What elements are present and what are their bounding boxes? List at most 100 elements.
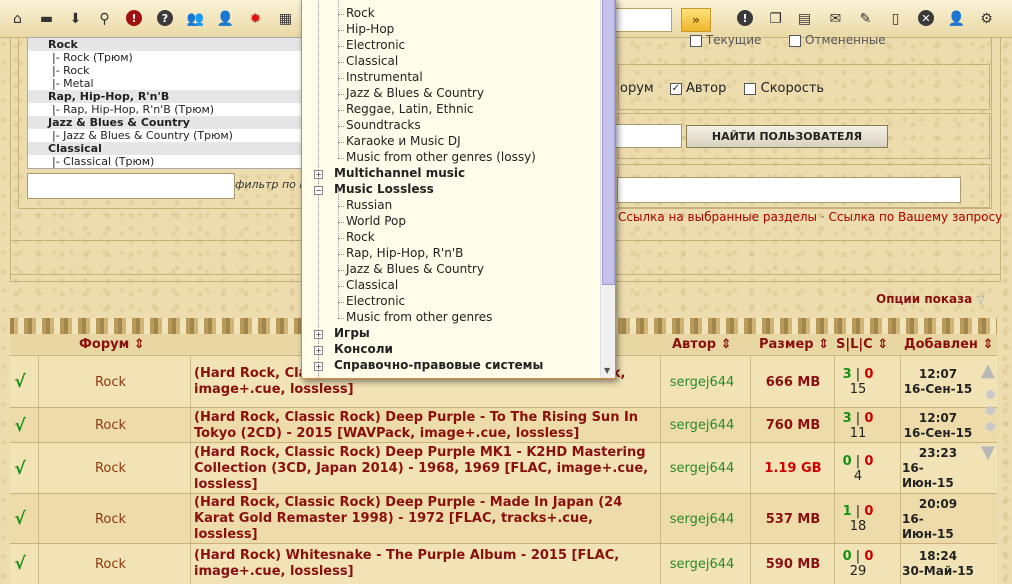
dropdown-option[interactable]: Hip-Hop [346,22,394,36]
author-link[interactable]: sergej644 [662,356,742,408]
home-icon[interactable]: ⌂ [8,9,27,28]
dropdown-option[interactable]: Instrumental [346,70,423,84]
page-icon[interactable]: ▯ [886,9,905,28]
scroll-down-arrow-icon[interactable]: ▼ [604,366,610,375]
dropdown-category[interactable]: Multichannel music [334,166,465,180]
expand-icon[interactable]: + [314,346,323,355]
dropdown-option[interactable]: Jazz & Blues & Country [346,262,484,276]
size-column-header[interactable]: Размер ⇕ [759,337,829,352]
genre-group[interactable]: Rock [28,38,301,51]
forum-filter-input[interactable] [27,173,235,199]
genre-option[interactable]: |- Rock [28,64,301,77]
forum-link[interactable]: Rock [38,443,183,494]
genre-option[interactable]: |- Metal [28,77,301,90]
username-input[interactable] [610,124,682,148]
expand-icon[interactable]: + [314,362,323,371]
selected-sections-link[interactable]: Ссылка на выбранные разделы [618,210,817,224]
dropdown-option[interactable]: Reggae, Latin, Ethnic [346,102,474,116]
dropdown-category[interactable]: Игры [334,326,370,340]
dropdown-option[interactable]: Classical [346,54,398,68]
page-scroller[interactable]: ▲ ▼ [981,360,999,465]
size-link[interactable]: 1.19 GB [750,443,836,494]
dropdown-option[interactable]: Russian [346,198,392,212]
close-circle-icon[interactable]: ✕ [918,10,934,26]
group-icon[interactable]: 👥 [186,9,205,28]
size-link[interactable]: 666 MB [750,356,836,408]
size-link[interactable]: 760 MB [750,408,836,443]
dropdown-option[interactable]: Music from other genres [346,310,492,324]
torrent-title-link[interactable]: (Hard Rock, Classic Rock) Deep Purple - … [194,494,654,544]
dropdown-option[interactable]: Electronic [346,38,405,52]
search-icon[interactable]: ⚲ [95,9,114,28]
author-link[interactable]: sergej644 [662,494,742,544]
dropdown-option[interactable]: Jazz & Blues & Country [346,86,484,100]
slc-column-header[interactable]: S|L|C ⇕ [836,337,888,352]
torrent-title-link[interactable]: (Hard Rock) Whitesnake - The Purple Albu… [194,544,654,584]
search-input[interactable] [612,8,672,32]
display-options-toggle[interactable]: Опции показа ▽ [876,292,985,306]
notice-icon[interactable]: ! [737,10,753,26]
forum-link[interactable]: Rock [38,356,183,408]
forum-link[interactable]: Rock [38,494,183,544]
scroll-up-icon[interactable]: ▲ [981,360,995,381]
speed-checkbox[interactable] [744,82,757,95]
dropdown-option[interactable]: Rock [346,6,375,20]
size-link[interactable]: 537 MB [750,494,836,544]
expand-icon[interactable]: + [314,330,323,339]
dropdown-option[interactable]: Rap, Hip-Hop, R'n'B [346,246,463,260]
expand-icon[interactable]: + [314,170,323,179]
genre-group[interactable]: Jazz & Blues & Country [28,116,301,129]
search-go-button[interactable]: » [681,8,711,32]
query-input[interactable] [617,177,961,203]
edit-icon[interactable]: ✎ [856,9,875,28]
profile-icon[interactable]: 👤 [947,9,966,28]
alert-icon[interactable]: ! [126,10,142,26]
genre-option[interactable]: |- Classical (Трюм) [28,155,301,168]
dropdown-category[interactable]: Консоли [334,342,393,356]
your-query-link[interactable]: Ссылка по Вашему запросу [829,210,1003,224]
added-column-header[interactable]: Добавлен ⇕ [904,337,993,352]
forum-link[interactable]: Rock [38,408,183,443]
scroll-down-icon[interactable]: ▼ [981,442,995,463]
genre-group[interactable]: Rap, Hip-Hop, R'n'B [28,90,301,103]
dropdown-category[interactable]: Справочно-правовые системы [334,358,543,372]
document-icon[interactable]: ▤ [795,9,814,28]
download-icon[interactable]: ⬇ [66,9,85,28]
size-link[interactable]: 590 MB [750,544,836,584]
forum-column-header[interactable]: Форум ⇕ [79,337,145,352]
dropdown-option[interactable]: Music from other genres (lossy) [346,150,536,164]
settings-icon[interactable]: ⚙ [977,9,996,28]
forum-link[interactable]: Rock [38,544,183,584]
copy-icon[interactable]: ❐ [766,9,785,28]
genre-option[interactable]: |- Jazz & Blues & Country (Трюм) [28,129,301,142]
genre-option[interactable]: |- Rock (Трюм) [28,51,301,64]
forum-select-list[interactable]: Rock |- Rock (Трюм) |- Rock |- Metal Rap, Hi… [27,37,302,169]
forum-dropdown[interactable]: Rock Hip-Hop Electronic Classical Instrument… [301,0,616,379]
dropdown-option[interactable]: World Pop [346,214,406,228]
collapse-icon[interactable]: − [314,186,323,195]
calendar-icon[interactable]: ▦ [276,9,295,28]
torrent-title-link[interactable]: (Hard Rock, Classic Rock) Deep Purple MK… [194,443,654,494]
scrollbar-thumb[interactable] [602,0,615,285]
torrent-title-link[interactable]: (Hard Rock, Classic Rock) Deep Purple - … [194,408,654,443]
author-column-header[interactable]: Автор ⇕ [672,337,732,352]
author-checkbox[interactable]: ✓ [669,82,682,95]
find-user-button[interactable]: НАЙТИ ПОЛЬЗОВАТЕЛЯ [686,125,888,148]
cancelled-checkbox[interactable] [789,34,802,47]
dropdown-option[interactable]: Soundtracks [346,118,421,132]
star-burst-icon[interactable]: ✹ [246,9,265,28]
dropdown-option[interactable]: Rock [346,230,375,244]
genre-group[interactable]: Classical [28,142,301,155]
chat-icon[interactable]: ▬ [37,9,56,28]
dropdown-scrollbar[interactable]: ▼ [600,0,615,378]
dropdown-option[interactable]: Karaoke и Music DJ [346,134,461,148]
dropdown-option[interactable]: Classical [346,278,398,292]
current-checkbox[interactable] [690,34,702,47]
author-link[interactable]: sergej644 [662,408,742,443]
help-icon[interactable]: ? [157,10,173,26]
users-icon[interactable]: 👤 [216,9,235,28]
author-link[interactable]: sergej644 [662,544,742,584]
genre-option[interactable]: |- Rap, Hip-Hop, R'n'B (Трюм) [28,103,301,116]
dropdown-category[interactable]: Music Lossless [334,182,434,196]
dropdown-option[interactable]: Electronic [346,294,405,308]
